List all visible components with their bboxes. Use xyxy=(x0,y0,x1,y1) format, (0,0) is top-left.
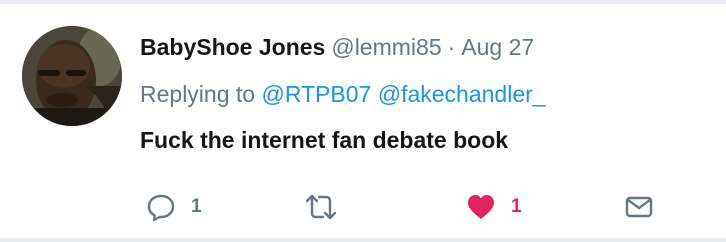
reply-button[interactable]: 1 xyxy=(145,190,202,224)
tweet-header: BabyShoe Jones @lemmi85 · Aug 27 xyxy=(140,32,706,62)
user-handle[interactable]: @lemmi85 xyxy=(331,34,441,60)
reply-icon xyxy=(147,194,175,222)
mention-link[interactable]: @RTPB07 xyxy=(261,81,371,107)
avatar-image xyxy=(22,26,122,126)
mention-link[interactable]: @fakechandler_ xyxy=(378,81,546,107)
replying-to-label: Replying to xyxy=(140,81,256,107)
retweet-button[interactable] xyxy=(303,190,353,224)
tweet-actions: 1 1 xyxy=(145,190,665,224)
replying-to-line: Replying to @RTPB07 @fakechandler_ xyxy=(140,79,706,109)
like-button[interactable]: 1 xyxy=(465,190,522,224)
tweet-card: BabyShoe Jones @lemmi85 · Aug 27 Replying t… xyxy=(0,0,726,242)
envelope-icon xyxy=(625,196,653,218)
tweet-date[interactable]: Aug 27 xyxy=(461,34,534,60)
reply-count: 1 xyxy=(191,196,202,217)
tweet-text: Fuck the internet fan debate book xyxy=(140,127,509,153)
avatar[interactable] xyxy=(22,26,122,126)
heart-icon xyxy=(468,195,494,219)
direct-message-button[interactable] xyxy=(623,190,655,224)
retweet-icon xyxy=(305,194,337,220)
like-count: 1 xyxy=(511,196,522,217)
display-name[interactable]: BabyShoe Jones xyxy=(140,34,325,60)
separator-dot: · xyxy=(447,34,456,60)
tweet-content: BabyShoe Jones @lemmi85 · Aug 27 Replying t… xyxy=(140,32,706,155)
